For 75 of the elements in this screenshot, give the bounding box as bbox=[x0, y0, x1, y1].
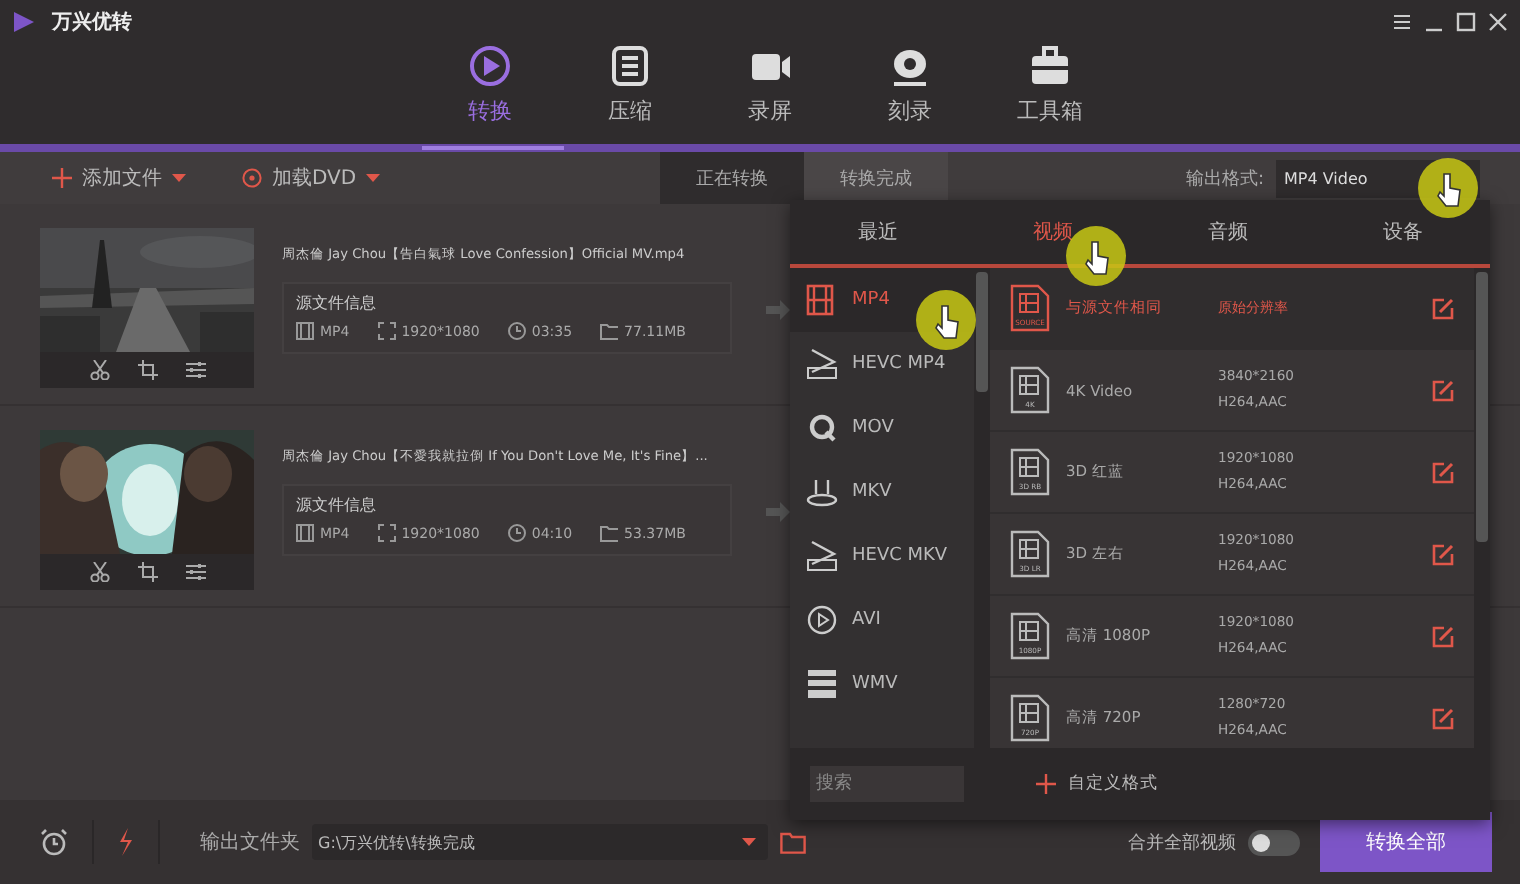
nav-tab[interactable]: 录屏 bbox=[700, 44, 840, 144]
format-item[interactable]: MKV bbox=[790, 460, 974, 524]
edit-icon[interactable] bbox=[1432, 625, 1454, 647]
app-title: 万兴优转 bbox=[52, 9, 132, 36]
folder-icon bbox=[600, 322, 619, 340]
scrollbar-thumb[interactable] bbox=[976, 272, 988, 392]
clock-icon bbox=[507, 524, 526, 542]
resize-icon bbox=[377, 524, 396, 542]
maximize-icon[interactable] bbox=[1456, 12, 1476, 32]
caret-icon bbox=[742, 838, 756, 846]
play-sign-icon bbox=[806, 540, 838, 572]
scrollbar-thumb[interactable] bbox=[1476, 272, 1488, 542]
edit-icon[interactable] bbox=[1432, 543, 1454, 565]
sliders-icon[interactable] bbox=[185, 562, 205, 582]
clock-icon bbox=[507, 322, 526, 340]
sliders-icon[interactable] bbox=[185, 360, 205, 380]
format-tab[interactable]: 最近 bbox=[790, 200, 965, 264]
list-icon bbox=[608, 44, 652, 88]
custom-format-button[interactable]: 自定义格式 bbox=[1024, 770, 1170, 798]
disc-icon bbox=[242, 168, 262, 188]
lightning-icon[interactable] bbox=[118, 828, 134, 856]
merge-toggle[interactable] bbox=[1248, 829, 1300, 855]
info-title: 源文件信息 bbox=[296, 292, 378, 314]
search-field[interactable]: 搜索 bbox=[810, 766, 964, 802]
nav-tab[interactable]: 压缩 bbox=[560, 44, 700, 144]
crop-icon[interactable] bbox=[137, 562, 157, 582]
bowl-icon bbox=[806, 476, 838, 508]
add-file-button[interactable]: 添加文件 bbox=[52, 164, 186, 192]
menu-icon[interactable] bbox=[1392, 12, 1412, 32]
play-icon bbox=[468, 44, 512, 88]
nav-tab[interactable]: 转换 bbox=[420, 44, 560, 144]
film-icon bbox=[806, 284, 838, 316]
merge-label: 合并全部视频 bbox=[1128, 831, 1236, 855]
info-title: 源文件信息 bbox=[296, 494, 378, 516]
edit-icon[interactable] bbox=[1432, 461, 1454, 483]
arrow-icon bbox=[766, 300, 790, 320]
caret-icon bbox=[172, 174, 186, 182]
edit-icon[interactable] bbox=[1432, 707, 1454, 729]
crop-icon[interactable] bbox=[137, 360, 157, 380]
format-item[interactable]: AVI bbox=[790, 588, 974, 652]
edit-icon[interactable] bbox=[1432, 379, 1454, 401]
format-tab[interactable]: 音频 bbox=[1140, 200, 1315, 264]
plus-icon bbox=[1036, 774, 1056, 794]
q-icon bbox=[806, 412, 838, 444]
alarm-clock-icon[interactable] bbox=[40, 828, 68, 856]
scissors-icon[interactable] bbox=[89, 360, 109, 380]
folder-icon bbox=[600, 524, 619, 542]
scissors-icon[interactable] bbox=[89, 562, 109, 582]
clapperboard-icon bbox=[806, 668, 838, 700]
output-folder-field[interactable]: G:\万兴优转\转换完成 bbox=[312, 824, 768, 860]
view-tab[interactable]: 正在转换 bbox=[660, 152, 805, 204]
plus-icon bbox=[52, 168, 72, 188]
view-tab[interactable]: 转换完成 bbox=[804, 152, 949, 204]
nav-tab[interactable]: 刻录 bbox=[840, 44, 980, 144]
edit-icon[interactable] bbox=[1432, 297, 1454, 319]
logo-icon bbox=[12, 10, 36, 34]
load-dvd-button[interactable]: 加载DVD bbox=[242, 164, 381, 192]
format-item[interactable]: HEVC MP4 bbox=[790, 332, 974, 396]
play-circle-icon bbox=[806, 604, 838, 636]
close-icon[interactable] bbox=[1488, 12, 1508, 32]
film-icon bbox=[296, 524, 314, 542]
play-sign-icon bbox=[806, 348, 838, 380]
format-tab[interactable]: 视频 bbox=[965, 200, 1140, 264]
arrow-icon bbox=[766, 502, 790, 522]
format-item[interactable]: MOV bbox=[790, 396, 974, 460]
film-icon bbox=[296, 322, 314, 340]
format-item[interactable]: WMV bbox=[790, 652, 974, 716]
format-tab[interactable]: 设备 bbox=[1315, 200, 1490, 264]
output-folder-label: 输出文件夹 bbox=[200, 829, 300, 856]
caret-icon bbox=[366, 174, 381, 182]
nav-tab[interactable]: 工具箱 bbox=[980, 44, 1120, 144]
resize-icon bbox=[377, 322, 396, 340]
format-item[interactable]: HEVC MKV bbox=[790, 524, 974, 588]
folder-icon[interactable] bbox=[780, 831, 806, 853]
output-format-label: 输出格式: bbox=[1185, 167, 1264, 191]
